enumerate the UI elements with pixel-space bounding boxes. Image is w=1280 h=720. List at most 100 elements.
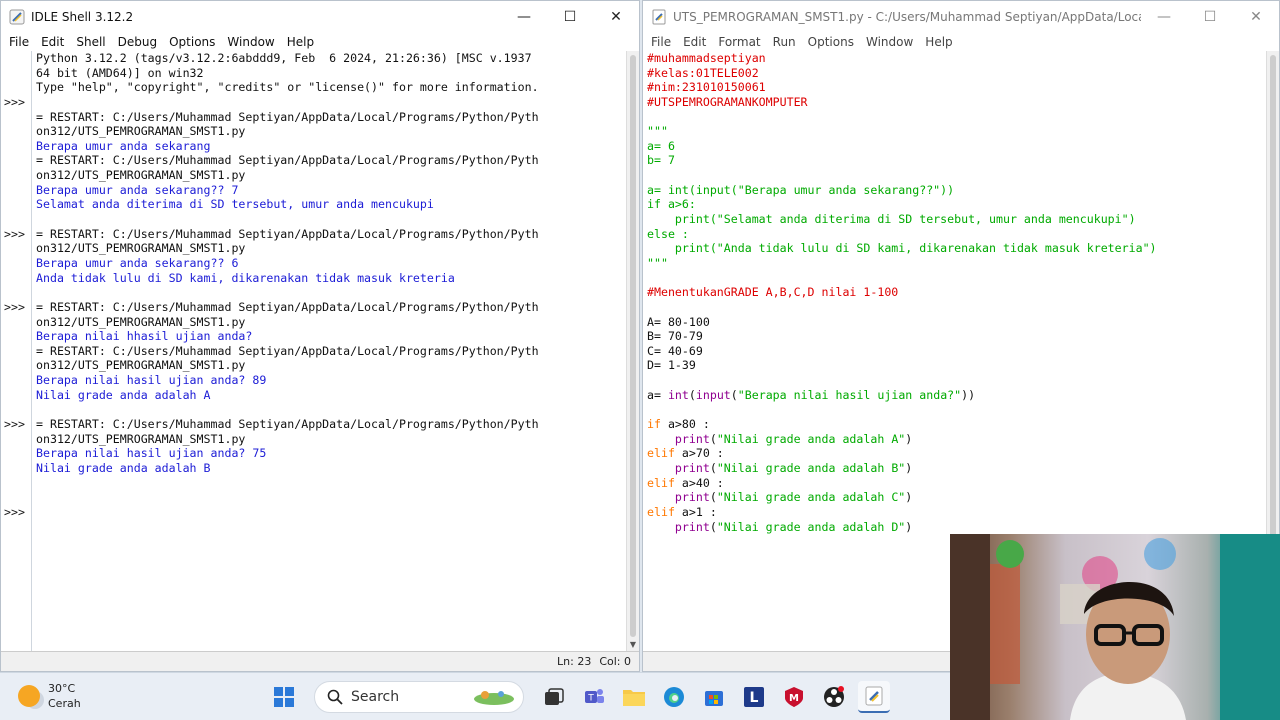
shell-gutter-line — [1, 66, 31, 81]
code-token: int — [667, 387, 689, 402]
code-token: print("Selamat anda diterima di SD terse… — [647, 212, 1136, 227]
weather-condition: Cerah — [48, 697, 81, 710]
code-token: if — [647, 417, 661, 432]
editor-menu-file[interactable]: File — [645, 35, 677, 49]
svg-text:T: T — [587, 694, 594, 704]
shell-gutter-line — [1, 344, 31, 359]
task-view-icon[interactable] — [538, 681, 570, 713]
shell-output-line: = RESTART: C:/Users/Muhammad Septiyan/Ap… — [36, 153, 539, 168]
code-token: elif — [647, 504, 675, 519]
shell-menu-edit[interactable]: Edit — [35, 35, 70, 49]
editor-code-line — [647, 402, 1265, 417]
editor-code-line: if a>80 : — [647, 417, 1265, 432]
shell-output-line: Berapa nilai hhasil ujian anda? — [36, 329, 253, 344]
teams-icon[interactable]: T — [578, 681, 610, 713]
code-token: #muhammadseptiyan — [647, 51, 766, 65]
code-token: )) — [961, 387, 976, 402]
shell-output-line: 64 bit (AMD64)] on win32 — [36, 65, 204, 80]
code-token: "Nilai grade anda adalah B" — [716, 460, 906, 475]
code-token: "Nilai grade anda adalah C" — [716, 490, 906, 505]
editor-menu-format[interactable]: Format — [712, 35, 766, 49]
python-idle-icon[interactable] — [858, 681, 890, 713]
svg-text:L: L — [750, 690, 759, 706]
shell-output-line: = RESTART: C:/Users/Muhammad Septiyan/Ap… — [36, 109, 539, 124]
editor-menu-options[interactable]: Options — [802, 35, 860, 49]
shell-output-area[interactable]: Python 3.12.2 (tags/v3.12.2:6abddd9, Feb… — [36, 51, 625, 651]
code-token: """ — [647, 255, 668, 270]
shell-menu-file[interactable]: File — [3, 35, 35, 49]
code-token: B= 70-79 — [647, 329, 703, 344]
editor-code-line — [647, 300, 1265, 315]
editor-menu-edit[interactable]: Edit — [677, 35, 712, 49]
shell-titlebar[interactable]: IDLE Shell 3.12.2 — ☐ ✕ — [1, 1, 639, 33]
editor-code-line: #nim:231010150061 — [647, 80, 1265, 95]
shell-output-line: Selamat anda diterima di SD tersebut, um… — [36, 197, 434, 212]
code-token: "Berapa nilai hasil ujian anda?" — [737, 387, 962, 402]
shell-gutter-line — [1, 271, 31, 286]
shell-vertical-scrollbar[interactable]: ▼ — [626, 51, 639, 651]
code-token: #kelas:01TELE002 — [647, 65, 759, 80]
mcafee-icon[interactable]: M — [778, 681, 810, 713]
shell-gutter-line — [1, 402, 31, 417]
editor-code-line: """ — [647, 124, 1265, 139]
shell-menu-options[interactable]: Options — [163, 35, 221, 49]
scroll-down-arrow-icon[interactable]: ▼ — [627, 640, 639, 649]
editor-maximize-button[interactable]: ☐ — [1187, 1, 1233, 33]
code-token: #nim:231010150061 — [647, 80, 766, 95]
editor-code-line: elif a>70 : — [647, 446, 1265, 461]
webcam-person-image — [950, 534, 1280, 720]
weather-widget[interactable]: 30°C Cerah — [18, 681, 81, 711]
edge-icon[interactable] — [658, 681, 690, 713]
editor-menu-help[interactable]: Help — [919, 35, 958, 49]
shell-menu-window[interactable]: Window — [221, 35, 280, 49]
shell-gutter-line — [1, 256, 31, 271]
shell-output-line — [36, 95, 625, 110]
code-token: "Nilai grade anda adalah D" — [716, 519, 906, 534]
code-token: ) — [905, 490, 913, 505]
shell-minimize-button[interactable]: — — [501, 1, 547, 33]
editor-code-line: a= int(input("Berapa umur anda sekarang?… — [647, 183, 1265, 198]
shell-gutter-line — [1, 388, 31, 403]
code-token: else : — [647, 226, 689, 241]
store-icon[interactable] — [698, 681, 730, 713]
editor-code-line — [647, 110, 1265, 125]
shell-scroll-thumb[interactable] — [630, 55, 636, 637]
shell-output-line: Nilai grade anda adalah A — [36, 387, 211, 402]
editor-code-line: #MenentukanGRADE A,B,C,D nilai 1-100 — [647, 285, 1265, 300]
editor-menu-window[interactable]: Window — [860, 35, 919, 49]
shell-menu-shell[interactable]: Shell — [70, 35, 111, 49]
shell-prompt-marker: >>> — [4, 417, 25, 432]
file-explorer-icon[interactable] — [618, 681, 650, 713]
editor-titlebar[interactable]: UTS_PEMROGRAMAN_SMST1.py - C:/Users/Muha… — [643, 1, 1279, 33]
code-token: print — [674, 519, 710, 534]
editor-code-line: if a>6: — [647, 197, 1265, 212]
shell-menu-help[interactable]: Help — [281, 35, 320, 49]
status-col: Col: 0 — [599, 655, 631, 668]
editor-close-button[interactable]: ✕ — [1233, 1, 1279, 33]
shell-title: IDLE Shell 3.12.2 — [31, 10, 134, 24]
editor-code-line: #kelas:01TELE002 — [647, 66, 1265, 81]
code-token: a>70 : — [674, 446, 724, 461]
l-app-icon[interactable]: L — [738, 681, 770, 713]
shell-output-line: Berapa nilai hasil ujian anda? 75 — [36, 446, 267, 461]
code-token: a>1 : — [674, 504, 717, 519]
code-token: ) — [905, 519, 913, 534]
idle-shell-window[interactable]: IDLE Shell 3.12.2 — ☐ ✕ File Edit Shell … — [0, 0, 640, 672]
taskbar-search-box[interactable]: Search — [314, 681, 524, 713]
shell-prompt-marker: >>> — [4, 299, 25, 314]
shell-output-line: on312/UTS_PEMROGRAMAN_SMST1.py — [36, 241, 246, 256]
code-token: a= 6 — [647, 138, 675, 153]
editor-menu-run[interactable]: Run — [767, 35, 802, 49]
shell-gutter-line — [1, 432, 31, 447]
shell-menu-debug[interactable]: Debug — [112, 35, 163, 49]
windows-start-icon[interactable] — [268, 681, 300, 713]
shell-output-line — [36, 476, 625, 491]
obs-icon[interactable] — [818, 681, 850, 713]
editor-minimize-button[interactable]: — — [1141, 1, 1187, 33]
code-token: ( — [688, 387, 696, 402]
editor-code-line: else : — [647, 227, 1265, 242]
code-token: if a>6: — [647, 197, 696, 212]
shell-close-button[interactable]: ✕ — [593, 1, 639, 33]
shell-gutter-line — [1, 285, 31, 300]
shell-maximize-button[interactable]: ☐ — [547, 1, 593, 33]
